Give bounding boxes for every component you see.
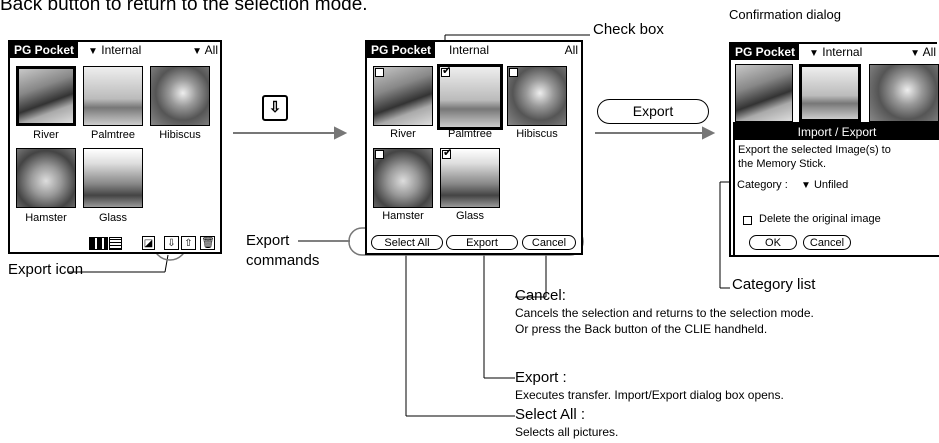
export-explanation-line1: Executes transfer. Import/Export dialog …: [515, 388, 784, 402]
thumbnail-label: River: [33, 129, 59, 141]
thumbnail-label: River: [390, 128, 416, 140]
import-icon[interactable]: ⇧: [181, 236, 196, 250]
trash-icon[interactable]: 🗑: [200, 236, 215, 250]
category-dropdown[interactable]: ▼ All: [910, 45, 936, 61]
thumbnail-label: Hamster: [25, 212, 67, 224]
export-button[interactable]: Export: [446, 235, 518, 250]
thumbnail-palmtree: [799, 64, 861, 122]
app-title: PG Pocket: [367, 42, 436, 58]
category-dropdown[interactable]: ▼ All: [192, 43, 218, 59]
delete-original-checkbox[interactable]: [743, 216, 752, 225]
screen-confirmation-dialog: PG Pocket ▼ Internal ▼ All Import / Expo…: [729, 42, 939, 257]
import-export-dialog: Import / Export Export the selected Imag…: [733, 122, 939, 257]
checkbox-glass[interactable]: ✔: [442, 147, 452, 159]
export-icon-label: Export icon: [8, 261, 84, 278]
select-all-explanation-title: Select All :: [515, 406, 586, 423]
dialog-message-line2: the Memory Stick.: [738, 158, 827, 170]
checkbox-hibiscus[interactable]: [509, 68, 518, 77]
export-explanation-title: Export :: [515, 369, 567, 386]
category-list-label: Category list: [732, 276, 816, 293]
thumbnail-label: Hibiscus: [159, 129, 201, 141]
select-all-button[interactable]: Select All: [371, 235, 443, 250]
cancel-explanation-line2: Or press the Back button of the CLIE han…: [515, 322, 768, 336]
cancel-explanation-title: Cancel:: [515, 287, 566, 304]
category-text: All: [564, 43, 578, 57]
cancel-explanation-line1: Cancels the selection and returns to the…: [515, 306, 814, 320]
thumbnail-label: Hibiscus: [516, 128, 558, 140]
dialog-title: Import / Export: [735, 124, 939, 140]
thumbnail-hibiscus[interactable]: [150, 66, 210, 126]
thumbnail-label: Palmtree: [90, 129, 136, 141]
export-commands-label-line1: Export: [246, 232, 290, 249]
thumbnail-river: [735, 64, 793, 122]
list-view-icon[interactable]: [109, 237, 122, 250]
location-dropdown[interactable]: ▼ Internal: [88, 43, 141, 59]
delete-original-label: Delete the original image: [759, 213, 881, 225]
category-list[interactable]: ▼ Unfiled: [801, 179, 848, 191]
thumbnail-label: Palmtree: [447, 128, 493, 140]
screen-export-selection: PG Pocket Internal All River ✔ Palmtree …: [365, 40, 583, 255]
export-icon: ⇩: [262, 95, 288, 121]
app-title: PG Pocket: [10, 42, 79, 58]
thumbnail-glass[interactable]: [83, 148, 143, 208]
thumbnail-hibiscus: [869, 64, 939, 122]
category-label: Category :: [737, 179, 788, 191]
thumbnail-label: Glass: [98, 212, 128, 224]
dialog-cancel-button[interactable]: Cancel: [803, 235, 851, 250]
screen-selection-mode: PG Pocket ▼ Internal ▼ All River Palmtre…: [8, 40, 222, 254]
checkbox-palmtree[interactable]: ✔: [441, 65, 451, 77]
thumbnail-label: Hamster: [382, 210, 424, 222]
app-title: PG Pocket: [731, 44, 800, 60]
location-dropdown[interactable]: ▼ Internal: [809, 45, 862, 61]
grid-view-icon[interactable]: [89, 237, 108, 250]
export-icon[interactable]: ⇩: [164, 236, 179, 250]
thumbnail-hamster[interactable]: [16, 148, 76, 208]
export-button-large: Export: [597, 99, 709, 124]
cancel-button[interactable]: Cancel: [522, 235, 576, 250]
thumbnail-label: Glass: [455, 210, 485, 222]
thumbnail-palmtree[interactable]: [83, 66, 143, 126]
checkbox-river[interactable]: [375, 68, 384, 77]
export-commands-label-line2: commands: [246, 252, 320, 269]
ok-button[interactable]: OK: [749, 235, 797, 250]
checkbox-hamster[interactable]: [375, 150, 384, 159]
location-text: Internal: [449, 43, 490, 57]
check-box-label: Check box: [593, 21, 664, 38]
dialog-message-line1: Export the selected Image(s) to: [738, 144, 891, 156]
slideshow-icon[interactable]: ◪: [142, 236, 155, 250]
select-all-explanation-line1: Selects all pictures.: [515, 425, 619, 439]
thumbnail-river[interactable]: [16, 66, 76, 126]
